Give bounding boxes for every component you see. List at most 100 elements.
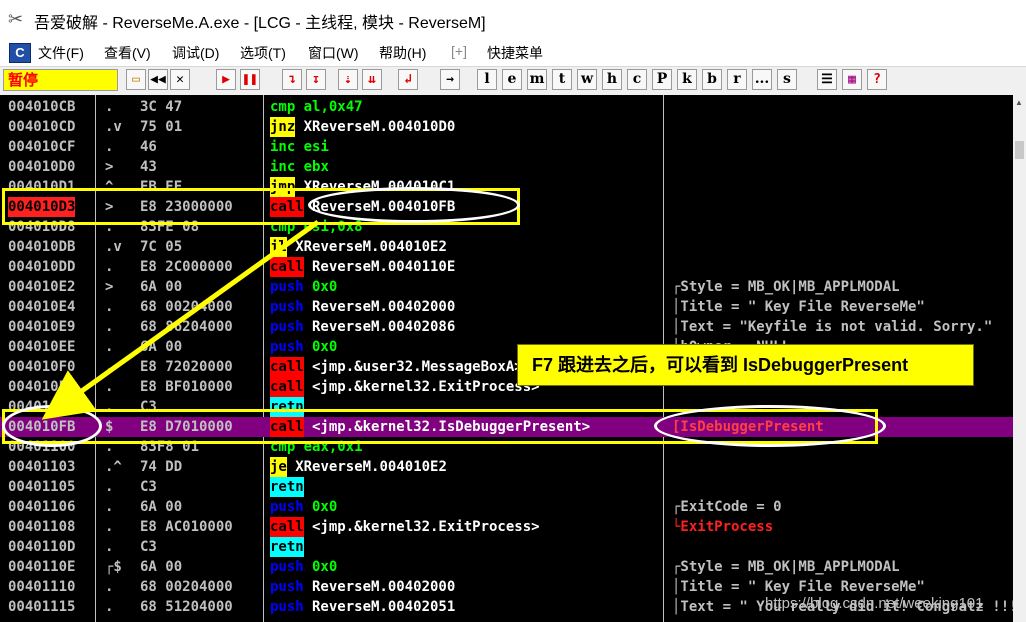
disasm-row[interactable]: 004010E2 >6A 00 push 0x0 ┌Style = MB_OK|MB_A…	[0, 277, 1013, 297]
menu-quick[interactable]: 快捷菜单	[487, 43, 543, 63]
toolbar-source-button[interactable]: s	[777, 69, 797, 90]
row-marker: .	[105, 379, 114, 395]
execute-till-return-icon[interactable]: ↲	[398, 69, 418, 90]
row-mnemonic: push	[270, 339, 304, 355]
toolbar-trace-button[interactable]: ...	[752, 69, 772, 90]
row-hex: 68 86204000	[140, 319, 233, 335]
callout-key: F7	[532, 355, 554, 375]
row-comment: └ExitProcess	[672, 519, 774, 535]
row-comment: ┌Style = MB_OK|MB_APPLMODAL	[672, 559, 900, 575]
system-menu-icon[interactable]: C	[9, 43, 31, 63]
row-hex: 68 00204000	[140, 579, 233, 595]
highlight-oval-target	[308, 187, 520, 223]
disasm-row[interactable]: 004010DB .v 7C 05 jl XReverseM.004010E2	[0, 237, 1013, 257]
toolbar-references-button[interactable]: r	[727, 69, 747, 90]
close-icon[interactable]: ✕	[170, 69, 190, 90]
list-icon[interactable]: ☰	[817, 69, 837, 90]
disasm-row[interactable]: 004010CD .v 75 01 jnz XReverseM.004010D0	[0, 117, 1013, 137]
row-mnemonic: push	[270, 499, 304, 515]
disasm-row[interactable]: 00401110. 68 00204000 push ReverseM.0040200…	[0, 577, 1013, 597]
disasm-row[interactable]: 004010E9. 68 86204000 push ReverseM.0040208…	[0, 317, 1013, 337]
disasm-row[interactable]: 004010E4. 68 00204000 push ReverseM.0040200…	[0, 297, 1013, 317]
row-mnemonic: call	[270, 357, 304, 377]
restart-icon[interactable]: ◀◀	[148, 69, 168, 90]
step-into-icon[interactable]: ↴	[282, 69, 302, 90]
row-comment: ┌ExitCode = 0	[672, 499, 782, 515]
row-address: 004010EE	[8, 339, 76, 355]
row-mnemonic: push	[270, 579, 304, 595]
disasm-row[interactable]: 004010D0 >43 inc ebx	[0, 157, 1013, 177]
row-marker: .	[105, 479, 114, 495]
row-address: 004010CF	[8, 139, 76, 155]
scroll-up-icon[interactable]: ▲	[1015, 98, 1023, 107]
help-icon[interactable]: ?	[867, 69, 887, 90]
vertical-scrollbar[interactable]: ▲	[1013, 95, 1026, 622]
row-mnemonic: inc	[270, 139, 296, 155]
row-marker: .	[105, 139, 114, 155]
row-marker: ┌$	[105, 559, 122, 575]
row-address: 0040110D	[8, 539, 76, 555]
row-comment: ┌Style = MB_OK|MB_APPLMODAL	[672, 279, 900, 295]
row-comment: │Text = "Keyfile is not valid. Sorry."	[672, 319, 993, 335]
toolbar-cpu-button[interactable]: c	[627, 69, 647, 90]
grid-icon[interactable]: ▦	[842, 69, 862, 90]
open-file-icon[interactable]: ▭	[126, 69, 146, 90]
trace-into-icon[interactable]: ⇣	[338, 69, 358, 90]
pause-icon[interactable]: ❚❚	[240, 69, 260, 90]
toolbar-patches-button[interactable]: P	[652, 69, 672, 90]
disasm-row[interactable]: 00401106. 6A 00 push 0x0 ┌ExitCode = 0	[0, 497, 1013, 517]
disasm-row[interactable]: 00401105. C3 retn	[0, 477, 1013, 497]
menu-view[interactable]: 查看(V)	[104, 43, 151, 63]
toolbar-threads-button[interactable]: t	[552, 69, 572, 90]
disasm-row[interactable]: 0040110E ┌$ 6A 00 push 0x0 ┌Style = MB_OK|MB_…	[0, 557, 1013, 577]
annotation-callout: F7 跟进去之后，可以看到 IsDebuggerPresent	[517, 344, 974, 386]
disasm-row[interactable]: 004010CB. 3C 47 cmp al,0x47	[0, 97, 1013, 117]
scroll-thumb[interactable]	[1015, 141, 1024, 159]
menu-help[interactable]: 帮助(H)	[379, 43, 426, 63]
row-address: 004010F5	[8, 379, 76, 395]
menu-debug[interactable]: 调试(D)	[172, 43, 219, 63]
row-marker: .v	[105, 119, 122, 135]
menu-plus[interactable]: [+]	[451, 43, 467, 59]
disasm-row[interactable]: 004010CF. 46 inc esi	[0, 137, 1013, 157]
row-address: 00401108	[8, 519, 76, 535]
step-over-icon[interactable]: ↧	[306, 69, 326, 90]
row-marker: .	[105, 539, 114, 555]
toolbar-windows-button[interactable]: w	[577, 69, 597, 90]
menu-window[interactable]: 窗口(W)	[308, 43, 359, 63]
disasm-row[interactable]: 00401103 .^ 74 DD je XReverseM.004010E2	[0, 457, 1013, 477]
row-mnemonic: je	[270, 457, 287, 477]
row-marker: >	[105, 159, 114, 175]
row-mnemonic: inc	[270, 159, 296, 175]
row-mnemonic: push	[270, 599, 304, 615]
trace-over-icon[interactable]: ⇊	[362, 69, 382, 90]
watermark: https://blog.csdn.net/weeking101	[765, 595, 984, 612]
row-address: 00401105	[8, 479, 76, 495]
toolbar-memory-button[interactable]: m	[527, 69, 547, 90]
row-hex: E8 2C000000	[140, 259, 233, 275]
disasm-row[interactable]: 004010DD. E8 2C000000 call ReverseM.0040110…	[0, 257, 1013, 277]
run-icon[interactable]: ▶	[216, 69, 236, 90]
menu-file[interactable]: 文件(F)	[38, 43, 84, 63]
menu-options[interactable]: 选项(T)	[240, 43, 286, 63]
row-hex: 3C 47	[140, 99, 183, 115]
row-operand: 0x0	[312, 339, 338, 355]
row-address: 00401115	[8, 599, 76, 615]
status-paused: 暂停	[3, 69, 118, 91]
toolbar-callstack-button[interactable]: k	[677, 69, 697, 90]
row-operand: al,0x47	[303, 99, 363, 115]
toolbar-breakpoints-button[interactable]: b	[702, 69, 722, 90]
row-address: 004010DD	[8, 259, 76, 275]
row-comment: │Title = " Key File ReverseMe"	[672, 299, 925, 315]
disasm-row[interactable]: 0040110D. C3 retn	[0, 537, 1013, 557]
row-operand: XReverseM.004010E2	[295, 459, 447, 475]
row-mnemonic: push	[270, 279, 304, 295]
row-operand: <jmp.&kernel32.ExitProcess>	[312, 379, 540, 395]
row-marker: .	[105, 599, 114, 615]
toolbar-modules-button[interactable]: e	[502, 69, 522, 90]
toolbar-handles-button[interactable]: h	[602, 69, 622, 90]
disasm-row[interactable]: 00401108. E8 AC010000 call <jmp.&kernel32.E…	[0, 517, 1013, 537]
row-address: 004010E4	[8, 299, 76, 315]
go-to-icon[interactable]: →	[440, 69, 460, 90]
toolbar-log-button[interactable]: l	[477, 69, 497, 90]
